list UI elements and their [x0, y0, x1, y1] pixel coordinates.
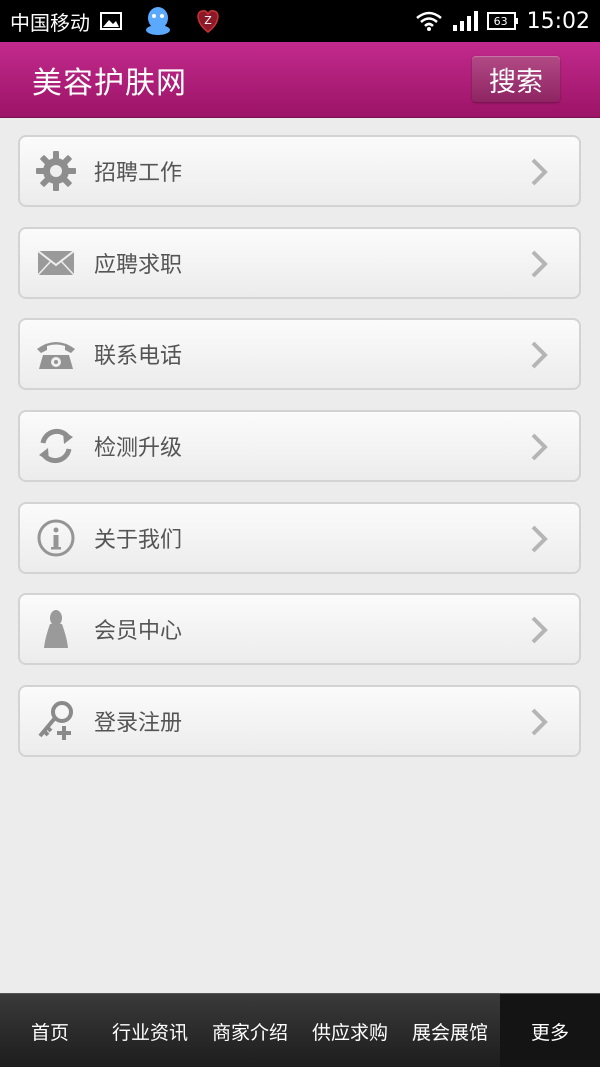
chevron-right-icon	[529, 432, 549, 466]
menu-item-label: 关于我们	[94, 527, 183, 553]
nav-supply-demand[interactable]: 供应求购	[300, 994, 400, 1067]
menu-item-label: 会员中心	[94, 619, 183, 645]
carrier-name: 中国移动	[10, 10, 90, 35]
menu-list: 招聘工作 应聘求职 联系电话 检测升级 关于我们 会员中心 登录注册	[18, 135, 581, 777]
envelope-icon	[20, 229, 92, 297]
app-header: 美容护肤网 搜索	[0, 42, 600, 118]
nav-merchants[interactable]: 商家介绍	[200, 994, 300, 1067]
gear-icon	[20, 137, 92, 205]
search-button[interactable]: 搜索	[472, 56, 560, 102]
chevron-right-icon	[529, 615, 549, 649]
chevron-right-icon	[529, 524, 549, 558]
menu-item-update[interactable]: 检测升级	[18, 410, 581, 483]
image-notification-icon	[100, 12, 122, 30]
nav-home[interactable]: 首页	[0, 994, 100, 1067]
page-title: 美容护肤网	[32, 65, 187, 101]
qq-notification-icon	[144, 6, 172, 36]
key-icon	[20, 687, 92, 755]
user-icon	[20, 595, 92, 663]
menu-item-member[interactable]: 会员中心	[18, 593, 581, 666]
menu-item-label: 招聘工作	[94, 161, 183, 186]
menu-item-about[interactable]: 关于我们	[18, 501, 581, 574]
menu-item-login[interactable]: 登录注册	[18, 685, 581, 758]
battery-icon: 63	[486, 11, 519, 31]
menu-item-label: 检测升级	[94, 436, 183, 462]
svg-text:Z: Z	[204, 14, 212, 27]
menu-item-label: 联系电话	[94, 344, 183, 370]
wifi-icon	[415, 10, 443, 32]
chevron-right-icon	[529, 157, 549, 191]
telephone-icon	[20, 320, 92, 388]
nav-more[interactable]: 更多	[500, 994, 600, 1067]
app-notification-icon: Z	[194, 8, 222, 34]
status-bar: 中国移动 Z 63 15:02	[0, 0, 600, 42]
menu-item-apply[interactable]: 应聘求职	[18, 226, 581, 299]
menu-item-contact[interactable]: 联系电话	[18, 318, 581, 391]
menu-item-jobs[interactable]: 招聘工作	[18, 135, 581, 207]
bottom-nav: 首页 行业资讯 商家介绍 供应求购 展会展馆 更多	[0, 993, 600, 1067]
signal-icon	[451, 10, 479, 32]
menu-item-label: 登录注册	[94, 711, 183, 737]
refresh-icon	[20, 412, 92, 480]
chevron-right-icon	[529, 707, 549, 741]
chevron-right-icon	[529, 340, 549, 374]
battery-level: 63	[493, 14, 508, 28]
nav-exhibitions[interactable]: 展会展馆	[400, 994, 500, 1067]
menu-item-label: 应聘求职	[94, 252, 183, 278]
info-icon	[20, 504, 92, 572]
nav-industry-news[interactable]: 行业资讯	[100, 994, 200, 1067]
clock: 15:02	[526, 8, 590, 34]
chevron-right-icon	[529, 249, 549, 283]
